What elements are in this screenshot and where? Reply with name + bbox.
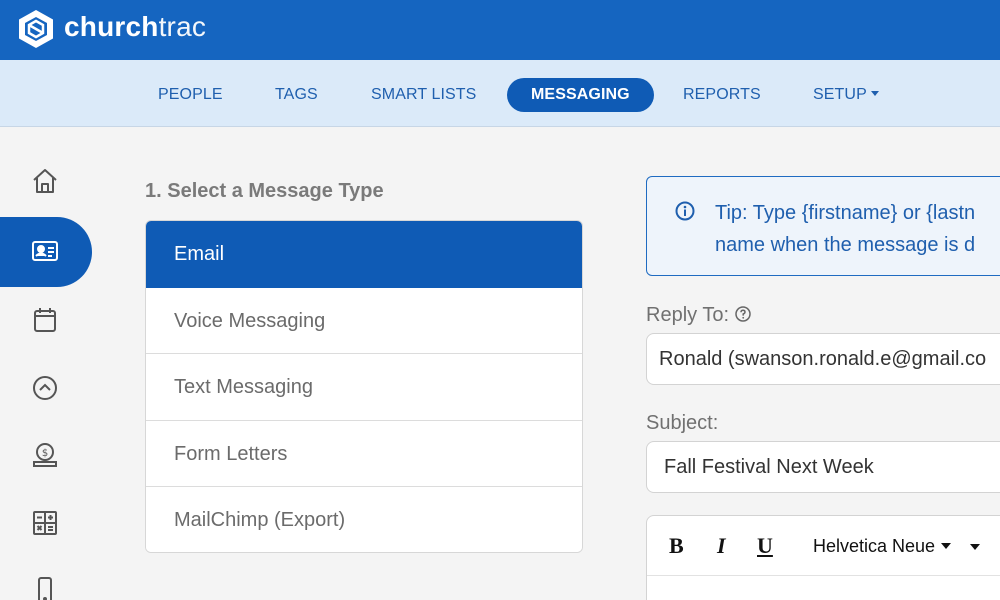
tip-box: Tip: Type {firstname} or {lastn name whe… — [646, 176, 1000, 276]
message-type-list: Email Voice Messaging Text Messaging For… — [145, 220, 583, 553]
nav-reports[interactable]: REPORTS — [683, 78, 761, 112]
font-family-label: Helvetica Neue — [813, 536, 936, 556]
contact-card-icon[interactable] — [28, 234, 62, 268]
message-type-voice[interactable]: Voice Messaging — [146, 287, 582, 354]
subject-label: Subject: — [646, 412, 719, 434]
giving-icon[interactable]: $ — [28, 438, 62, 472]
top-bar: churchtrac — [0, 0, 1000, 60]
reply-to-label: Reply To: — [646, 304, 751, 327]
chevron-up-circle-icon[interactable] — [28, 371, 62, 405]
setup-caret-icon — [870, 91, 879, 97]
svg-text:$: $ — [42, 448, 48, 459]
sidebar-rail: $ — [0, 128, 92, 600]
message-type-form-letters[interactable]: Form Letters — [146, 420, 582, 487]
nav-tags[interactable]: TAGS — [275, 78, 318, 112]
churchtrac-logo-icon[interactable] — [16, 9, 56, 49]
message-type-email[interactable]: Email — [146, 221, 582, 288]
italic-button[interactable]: I — [717, 533, 726, 559]
calendar-icon[interactable] — [28, 303, 62, 337]
nav-messaging[interactable]: MESSAGING — [507, 78, 654, 112]
mobile-icon[interactable] — [28, 573, 62, 600]
nav-setup[interactable]: SETUP — [813, 78, 879, 112]
underline-button[interactable]: U — [757, 533, 773, 559]
font-family-dropdown[interactable]: Helvetica Neue — [813, 536, 952, 557]
font-size-caret-icon[interactable] — [970, 544, 980, 550]
message-type-mailchimp[interactable]: MailChimp (Export) — [146, 487, 582, 552]
grid-calculator-icon[interactable] — [28, 506, 62, 540]
brand-name[interactable]: churchtrac — [64, 11, 206, 43]
reply-to-select[interactable]: Ronald (swanson.ronald.e@gmail.co — [646, 333, 1000, 385]
message-type-text[interactable]: Text Messaging — [146, 354, 582, 421]
message-editor: B I U Helvetica Neue — [646, 515, 1000, 600]
section-title: 1. Select a Message Type — [145, 180, 384, 202]
font-dropdown-caret-icon — [941, 543, 952, 550]
info-icon — [675, 201, 695, 221]
home-icon[interactable] — [28, 164, 62, 198]
tip-line-1: Tip: Type {firstname} or {lastn — [715, 202, 976, 224]
nav-setup-label: SETUP — [813, 86, 867, 103]
reply-to-label-text: Reply To: — [646, 304, 730, 326]
nav-people[interactable]: PEOPLE — [158, 78, 223, 112]
tip-line-2: name when the message is d — [715, 234, 976, 256]
main-nav: PEOPLE TAGS SMART LISTS MESSAGING REPORT… — [0, 60, 1000, 127]
subject-input[interactable]: Fall Festival Next Week — [646, 441, 1000, 493]
nav-smart-lists[interactable]: SMART LISTS — [371, 78, 476, 112]
editor-toolbar: B I U Helvetica Neue — [647, 516, 1000, 576]
bold-button[interactable]: B — [669, 533, 684, 559]
help-icon[interactable] — [735, 306, 751, 322]
tip-text: Tip: Type {firstname} or {lastn name whe… — [715, 197, 1000, 261]
